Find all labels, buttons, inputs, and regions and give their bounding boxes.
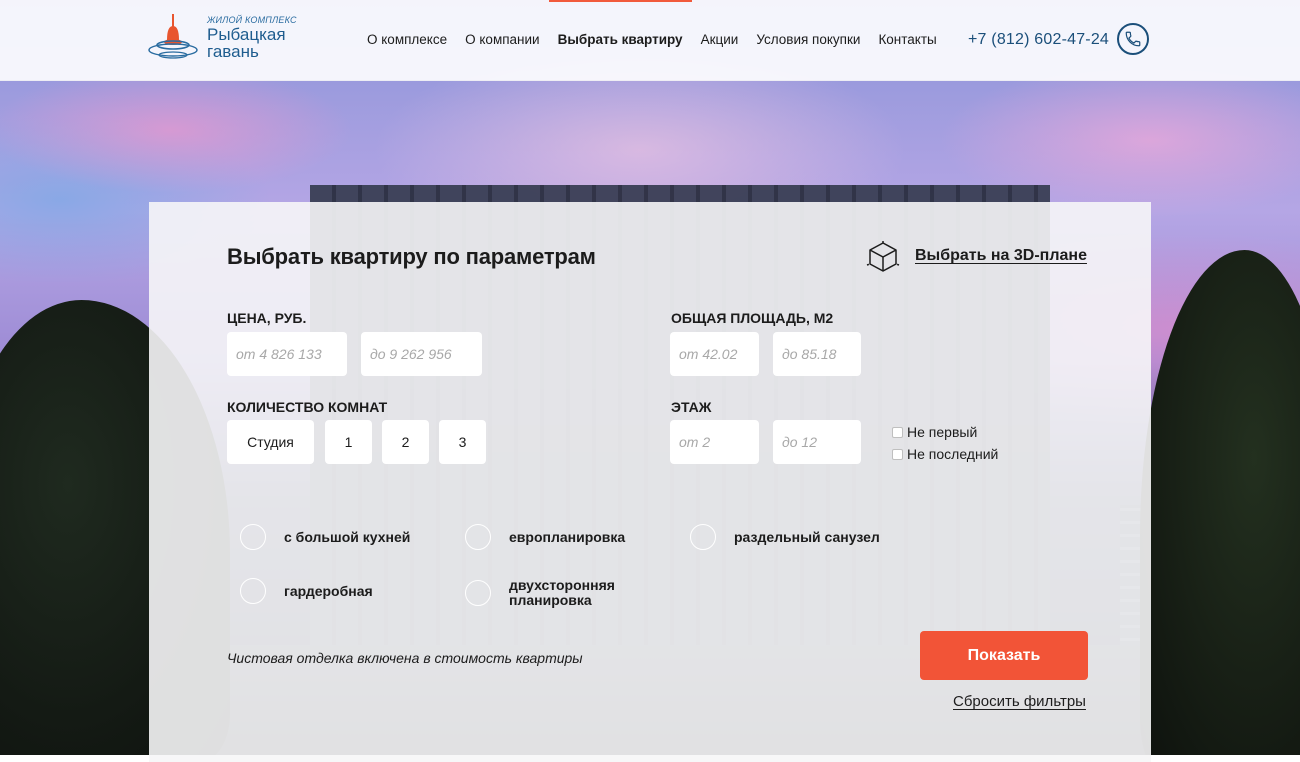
checkbox-box xyxy=(892,426,903,438)
radio-circle xyxy=(240,524,266,550)
feature-big-kitchen[interactable]: с большой кухней xyxy=(240,524,410,550)
radio-circle xyxy=(690,524,716,550)
feature-label: гардеробная xyxy=(284,582,373,599)
main-nav: О комплексе О компании Выбрать квартиру … xyxy=(358,0,946,80)
finish-note: Чистовая отделка включена в стоимость кв… xyxy=(227,650,583,666)
radio-circle xyxy=(465,524,491,550)
cube-icon xyxy=(866,239,900,272)
feature-euro-layout[interactable]: европланировка xyxy=(465,524,625,550)
floor-label: Этаж xyxy=(671,399,712,415)
logo-name: Рыбацкая гавань xyxy=(207,25,286,61)
plan-3d-link[interactable]: Выбрать на 3D-плане xyxy=(865,238,1087,274)
not-first-floor-checkbox[interactable]: Не первый xyxy=(892,424,977,440)
feature-two-sided-layout[interactable]: двухсторонняя планировка xyxy=(465,578,634,608)
plan-3d-label: Выбрать на 3D-плане xyxy=(915,247,1087,264)
nav-item-choose-apartment[interactable]: Выбрать квартиру xyxy=(548,0,692,80)
reset-filters-link[interactable]: Сбросить фильтры xyxy=(953,693,1086,710)
site-header: ЖИЛОЙ КОМПЛЕКС Рыбацкая гавань О комплек… xyxy=(0,0,1300,81)
area-to-input[interactable] xyxy=(773,332,861,376)
radio-circle xyxy=(240,578,266,604)
tree-right-image xyxy=(1140,250,1300,755)
area-label: Общая площадь, м2 xyxy=(671,310,834,326)
nav-item-about-complex[interactable]: О комплексе xyxy=(358,0,456,80)
show-results-button[interactable]: Показать xyxy=(920,631,1088,680)
buoy-logo-icon xyxy=(148,14,198,59)
floor-to-input[interactable] xyxy=(773,420,861,464)
room-option-3[interactable]: 3 xyxy=(439,420,486,464)
nav-item-about-company[interactable]: О компании xyxy=(456,0,548,80)
phone-icon xyxy=(1125,31,1141,47)
nav-item-contacts[interactable]: Контакты xyxy=(869,0,945,80)
nav-item-purchase-terms[interactable]: Условия покупки xyxy=(747,0,869,80)
not-last-floor-label: Не последний xyxy=(907,446,999,462)
filter-title: Выбрать квартиру по параметрам xyxy=(227,244,596,269)
room-option-2[interactable]: 2 xyxy=(382,420,429,464)
feature-wardrobe[interactable]: гардеробная xyxy=(240,578,373,604)
nav-item-promotions[interactable]: Акции xyxy=(692,0,748,80)
not-first-floor-label: Не первый xyxy=(907,424,978,440)
price-to-input[interactable] xyxy=(361,332,482,376)
logo[interactable]: ЖИЛОЙ КОМПЛЕКС Рыбацкая гавань xyxy=(147,12,297,68)
feature-label: европланировка xyxy=(509,528,626,545)
price-label: Цена, руб. xyxy=(227,310,307,326)
apartment-filter-panel: Выбрать квартиру по параметрам Выбрать н… xyxy=(149,202,1151,762)
area-from-input[interactable] xyxy=(670,332,759,376)
not-last-floor-checkbox[interactable]: Не последний xyxy=(892,446,998,462)
feature-separate-bathroom[interactable]: раздельный санузел xyxy=(690,524,880,550)
floor-from-input[interactable] xyxy=(670,420,759,464)
feature-label: с большой кухней xyxy=(284,528,411,545)
feature-label: двухсторонняя планировка xyxy=(509,577,615,608)
logo-subtitle: ЖИЛОЙ КОМПЛЕКС xyxy=(207,15,297,25)
radio-circle xyxy=(465,580,491,606)
checkbox-box xyxy=(892,448,903,460)
phone-number[interactable]: +7 (812) 602-47-24 xyxy=(968,31,1109,49)
feature-label: раздельный санузел xyxy=(734,528,880,545)
call-button[interactable] xyxy=(1117,23,1149,55)
price-from-input[interactable] xyxy=(227,332,347,376)
room-option-1[interactable]: 1 xyxy=(325,420,372,464)
rooms-label: Количество комнат xyxy=(227,399,388,415)
room-option-studio[interactable]: Студия xyxy=(227,420,314,464)
